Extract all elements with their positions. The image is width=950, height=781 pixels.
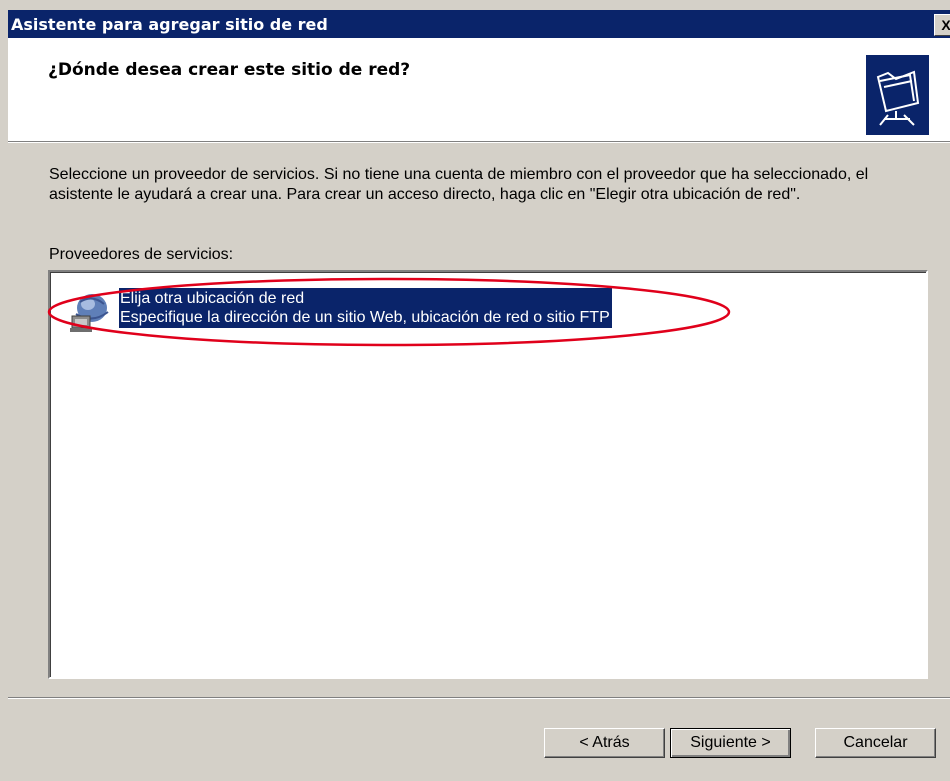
cancel-button[interactable]: Cancelar (815, 728, 936, 758)
provider-subtitle: Especifique la dirección de un sitio Web… (120, 309, 610, 326)
close-icon: X (941, 17, 950, 33)
window-title: Asistente para agregar sitio de red (11, 15, 328, 34)
network-folder-icon (866, 55, 929, 135)
list-item[interactable]: Elija otra ubicación de red Especifique … (64, 284, 884, 334)
wizard-window: Asistente para agregar sitio de red X ¿D… (0, 0, 950, 781)
next-button[interactable]: Siguiente > (670, 728, 791, 758)
footer-separator (8, 697, 950, 699)
close-button[interactable]: X (934, 14, 950, 36)
page-heading: ¿Dónde desea crear este sitio de red? (48, 60, 411, 80)
network-globe-icon (66, 290, 114, 336)
providers-list[interactable]: Elija otra ubicación de red Especifique … (48, 270, 928, 679)
provider-option[interactable]: Elija otra ubicación de red Especifique … (119, 288, 612, 328)
wizard-header: ¿Dónde desea crear este sitio de red? (8, 38, 950, 142)
providers-label: Proveedores de servicios: (49, 246, 234, 263)
back-button[interactable]: < Atrás (544, 728, 665, 758)
provider-title: Elija otra ubicación de red (120, 290, 305, 307)
header-divider (8, 142, 950, 143)
description-text: Seleccione un proveedor de servicios. Si… (49, 166, 869, 203)
title-bar[interactable]: Asistente para agregar sitio de red X (8, 10, 950, 38)
